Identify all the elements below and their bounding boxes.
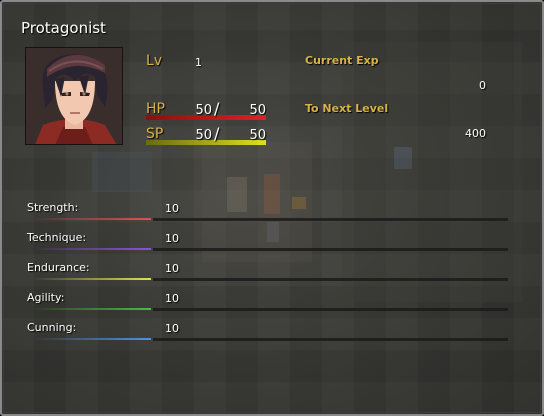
sp-label: SP xyxy=(146,126,164,142)
stat-track-strength xyxy=(153,218,508,221)
hp-current-value: 50 xyxy=(195,103,212,118)
stat-underline-strength xyxy=(32,218,151,220)
sp-slash: / xyxy=(214,124,220,143)
stat-underline-agility xyxy=(32,308,151,310)
stat-track-endurance xyxy=(153,278,508,281)
current-exp-label: Current Exp xyxy=(305,54,379,67)
stat-track-agility xyxy=(153,308,508,311)
stat-underline-technique xyxy=(32,248,151,250)
stat-label-agility: Agility: xyxy=(27,291,65,304)
stat-label-strength: Strength: xyxy=(27,201,79,214)
stat-underline-cunning xyxy=(32,338,151,340)
hp-slash: / xyxy=(214,99,220,118)
current-exp-value: 0 xyxy=(479,79,486,92)
stat-value-strength: 10 xyxy=(165,202,179,215)
next-level-value: 400 xyxy=(465,127,486,140)
level-label: Lv xyxy=(146,53,163,69)
status-window: Protagonist Lv 1 Current Exp 0 To Next L… xyxy=(0,0,544,416)
stat-value-cunning: 10 xyxy=(165,322,179,335)
stat-underline-endurance xyxy=(32,278,151,280)
stat-track-cunning xyxy=(153,338,508,341)
window-title: Protagonist xyxy=(21,19,106,37)
next-level-label: To Next Level xyxy=(305,102,389,115)
sp-max-value: 50 xyxy=(249,128,266,143)
hp-label: HP xyxy=(146,101,165,117)
stat-label-technique: Technique: xyxy=(27,231,87,244)
stat-track-technique xyxy=(153,248,508,251)
sp-current-value: 50 xyxy=(195,128,212,143)
stat-label-endurance: Endurance: xyxy=(27,261,90,274)
level-value: 1 xyxy=(195,56,202,69)
stat-value-agility: 10 xyxy=(165,292,179,305)
stat-value-technique: 10 xyxy=(165,232,179,245)
stat-value-endurance: 10 xyxy=(165,262,179,275)
hp-max-value: 50 xyxy=(249,103,266,118)
stat-label-cunning: Cunning: xyxy=(27,321,77,334)
character-portrait-icon xyxy=(25,47,123,145)
